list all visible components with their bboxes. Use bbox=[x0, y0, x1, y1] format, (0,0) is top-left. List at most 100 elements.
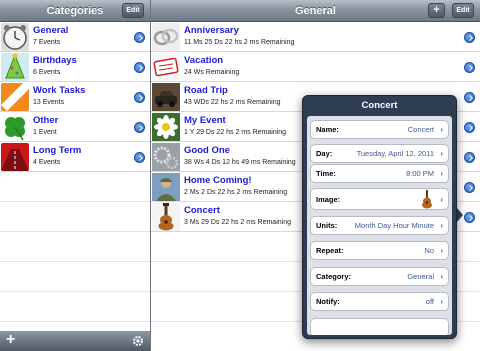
disclosure-icon[interactable] bbox=[464, 62, 475, 73]
categories-navbar: Categories Edit bbox=[0, 0, 150, 22]
event-name: Road Trip bbox=[184, 85, 228, 96]
field-label: Repeat: bbox=[316, 246, 344, 255]
gear-icon[interactable] bbox=[132, 335, 144, 347]
event-name: My Event bbox=[184, 115, 226, 126]
disclosure-icon[interactable] bbox=[134, 122, 145, 133]
event-name: Good One bbox=[184, 145, 230, 156]
event-name: Home Coming! bbox=[184, 175, 252, 186]
field-day[interactable]: Day: Tuesday, April 12, 2011 › bbox=[310, 144, 449, 163]
chevron-right-icon: › bbox=[440, 169, 443, 178]
disclosure-icon[interactable] bbox=[134, 152, 145, 163]
field-label: Category: bbox=[316, 272, 352, 281]
event-remaining: 2 Ms 2 Ds 22 hs 2 ms Remaining bbox=[184, 189, 288, 196]
gears-icon bbox=[152, 143, 180, 171]
event-remaining: 1 Y 29 Ds 22 hs 2 ms Remaining bbox=[184, 129, 287, 136]
field-value: No bbox=[424, 246, 434, 255]
disclosure-icon[interactable] bbox=[134, 62, 145, 73]
event-name: Vacation bbox=[184, 55, 224, 66]
disclosure-icon[interactable] bbox=[134, 32, 145, 43]
category-count: 13 Events bbox=[33, 99, 65, 106]
field-value: General bbox=[407, 272, 434, 281]
car-icon bbox=[152, 83, 180, 111]
chevron-right-icon: › bbox=[440, 149, 443, 158]
event-detail-popover: Concert Name: Concert › Day: Tuesday, Ap… bbox=[302, 95, 457, 339]
event-remaining: 24 Ws Remaining bbox=[184, 69, 240, 76]
chevron-right-icon: › bbox=[440, 221, 443, 230]
empty-row bbox=[0, 232, 150, 262]
field-value: Tuesday, April 12, 2011 bbox=[356, 149, 434, 158]
clover-icon bbox=[1, 113, 29, 141]
category-row-birthdays[interactable]: Birthdays 6 Events bbox=[0, 52, 150, 82]
category-name: Work Tasks bbox=[33, 85, 86, 96]
field-time[interactable]: Time: 8:00 PM › bbox=[310, 164, 449, 183]
popover-arrow bbox=[456, 207, 463, 223]
category-name: General bbox=[33, 25, 69, 36]
event-name: Anniversary bbox=[184, 25, 239, 36]
empty-row bbox=[0, 292, 150, 322]
work-tasks-icon bbox=[1, 83, 29, 111]
field-more[interactable] bbox=[310, 318, 449, 335]
disclosure-icon[interactable] bbox=[464, 32, 475, 43]
event-remaining: 3 Ms 29 Ds 22 hs 2 ms Remaining bbox=[184, 219, 291, 226]
disclosure-icon[interactable] bbox=[134, 92, 145, 103]
guitar-icon bbox=[152, 203, 180, 231]
soldier-icon bbox=[152, 173, 180, 201]
field-label: Name: bbox=[316, 125, 339, 134]
categories-edit-button[interactable]: Edit bbox=[122, 3, 144, 18]
party-hat-icon bbox=[1, 53, 29, 81]
chevron-right-icon: › bbox=[440, 125, 443, 134]
category-count: 6 Events bbox=[33, 69, 61, 76]
field-name[interactable]: Name: Concert › bbox=[310, 120, 449, 139]
event-row-vacation[interactable]: Vacation 24 Ws Remaining bbox=[151, 52, 480, 82]
categories-toolbar: + bbox=[0, 331, 150, 351]
field-label: Image: bbox=[316, 195, 341, 204]
field-label: Notify: bbox=[316, 297, 340, 306]
category-name: Other bbox=[33, 115, 59, 126]
field-value: Concert bbox=[407, 125, 434, 134]
field-repeat[interactable]: Repeat: No › bbox=[310, 241, 449, 260]
chevron-right-icon: › bbox=[440, 246, 443, 255]
field-label: Units: bbox=[316, 221, 338, 230]
add-category-button[interactable]: + bbox=[6, 331, 15, 349]
rings-icon bbox=[152, 23, 180, 51]
events-navbar: General + Edit bbox=[151, 0, 480, 22]
vacation-sign-icon bbox=[152, 53, 180, 81]
chevron-right-icon: › bbox=[440, 297, 443, 306]
events-edit-button[interactable]: Edit bbox=[452, 3, 474, 18]
field-value: off bbox=[425, 297, 434, 306]
category-name: Long Term bbox=[33, 145, 82, 156]
popover-title: Concert bbox=[361, 100, 398, 111]
event-row-anniversary[interactable]: Anniversary 11 Ms 25 Ds 22 hs 2 ms Remai… bbox=[151, 22, 480, 52]
field-notify[interactable]: Notify: off › bbox=[310, 292, 449, 311]
empty-row bbox=[0, 172, 150, 202]
category-row-long-term[interactable]: Long Term 4 Events bbox=[0, 142, 150, 172]
disclosure-icon[interactable] bbox=[464, 212, 475, 223]
disclosure-icon[interactable] bbox=[464, 92, 475, 103]
flower-icon bbox=[152, 113, 180, 141]
add-event-button[interactable]: + bbox=[428, 3, 445, 18]
guitar-icon bbox=[422, 190, 432, 209]
field-value: 8:00 PM bbox=[406, 169, 434, 178]
category-row-other[interactable]: Other 1 Event bbox=[0, 112, 150, 142]
category-row-general[interactable]: General 7 Events bbox=[0, 22, 150, 52]
field-label: Day: bbox=[316, 149, 333, 158]
empty-row bbox=[0, 202, 150, 232]
category-count: 4 Events bbox=[33, 159, 61, 166]
field-units[interactable]: Units: Month Day Hour Minute › bbox=[310, 216, 449, 235]
categories-list: General 7 Events Birthdays 6 Events Work… bbox=[0, 22, 150, 322]
category-count: 1 Event bbox=[33, 129, 57, 136]
field-label: Time: bbox=[316, 169, 336, 178]
category-count: 7 Events bbox=[33, 39, 61, 46]
disclosure-icon[interactable] bbox=[464, 182, 475, 193]
disclosure-icon[interactable] bbox=[464, 152, 475, 163]
field-category[interactable]: Category: General › bbox=[310, 267, 449, 286]
field-image[interactable]: Image: › bbox=[310, 188, 449, 210]
field-value: Month Day Hour Minute bbox=[354, 221, 434, 230]
popover-form: Name: Concert › Day: Tuesday, April 12, … bbox=[307, 116, 452, 335]
chevron-right-icon: › bbox=[440, 272, 443, 281]
empty-row bbox=[0, 262, 150, 292]
category-name: Birthdays bbox=[33, 55, 77, 66]
disclosure-icon[interactable] bbox=[464, 122, 475, 133]
clock-icon bbox=[1, 23, 29, 51]
category-row-work-tasks[interactable]: Work Tasks 13 Events bbox=[0, 82, 150, 112]
